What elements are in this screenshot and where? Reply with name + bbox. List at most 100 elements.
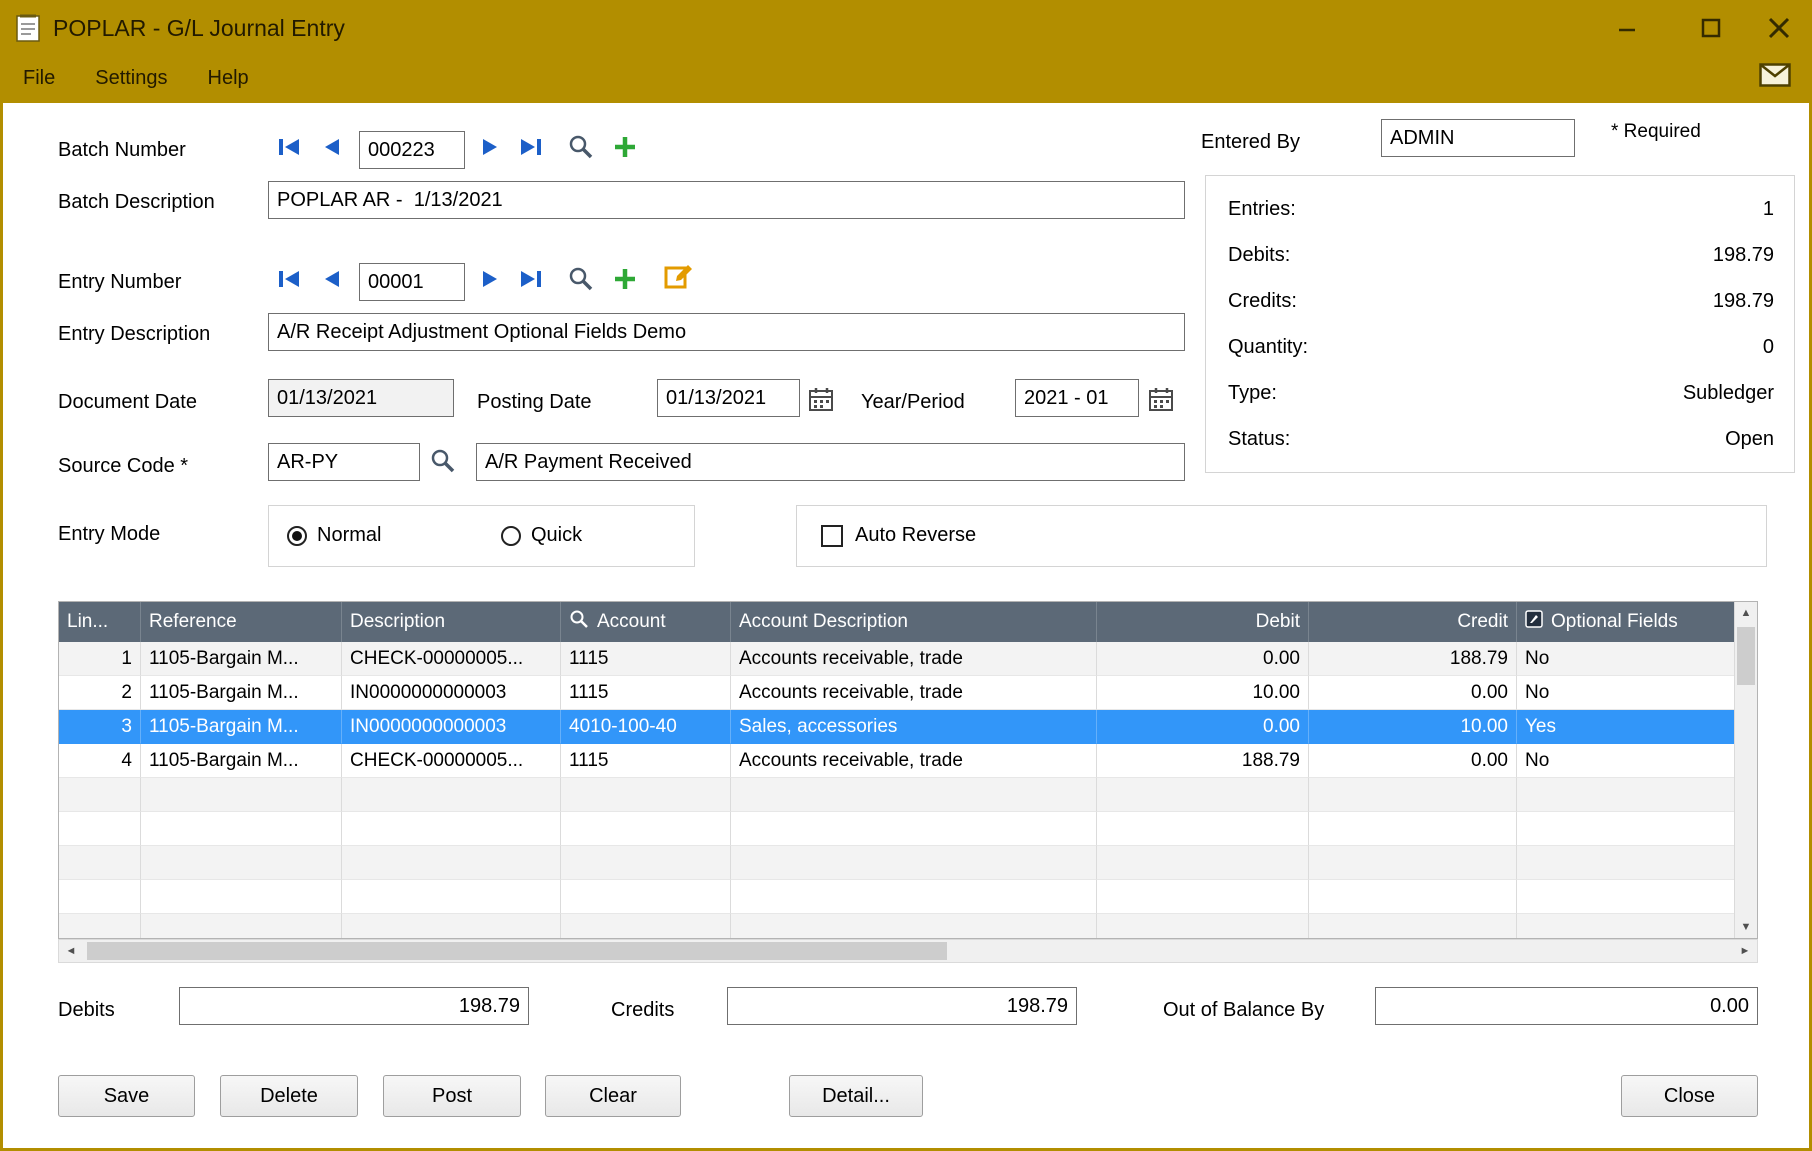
grid-cell-debit[interactable] xyxy=(1097,880,1309,914)
grid-cell-description[interactable]: IN0000000000003 xyxy=(342,710,561,744)
grid-cell-reference[interactable]: 1105-Bargain M... xyxy=(141,744,342,778)
grid-cell-line[interactable] xyxy=(59,846,141,880)
grid-empty-row[interactable] xyxy=(59,778,1735,812)
grid-cell-debit[interactable]: 0.00 xyxy=(1097,642,1309,676)
clear-button[interactable]: Clear xyxy=(545,1075,681,1117)
vertical-scrollbar[interactable]: ▲ ▼ xyxy=(1734,602,1757,938)
scroll-right-icon[interactable]: ► xyxy=(1733,940,1757,962)
maximize-button[interactable] xyxy=(1689,9,1733,47)
grid-cell-debit[interactable] xyxy=(1097,846,1309,880)
scroll-up-icon[interactable]: ▲ xyxy=(1735,602,1757,624)
grid-empty-row[interactable] xyxy=(59,812,1735,846)
grid-cell-description[interactable]: IN0000000000003 xyxy=(342,676,561,710)
batch-finder-icon[interactable] xyxy=(565,131,597,163)
grid-empty-row[interactable] xyxy=(59,914,1735,938)
grid-empty-row[interactable] xyxy=(59,880,1735,914)
entry-prev-button[interactable] xyxy=(315,263,347,295)
radio-normal[interactable] xyxy=(287,526,307,546)
grid-cell-account-description[interactable] xyxy=(731,778,1097,812)
entry-description-input[interactable] xyxy=(268,313,1185,351)
grid-cell-optional-fields[interactable]: No xyxy=(1517,676,1735,710)
grid-cell-account-description[interactable]: Accounts receivable, trade xyxy=(731,642,1097,676)
grid-cell-description[interactable] xyxy=(342,914,561,938)
grid-cell-account[interactable]: 4010-100-40 xyxy=(561,710,731,744)
source-code-input[interactable] xyxy=(268,443,420,481)
grid-cell-account[interactable] xyxy=(561,914,731,938)
col-header-account-description[interactable]: Account Description xyxy=(731,602,1097,642)
grid-cell-reference[interactable]: 1105-Bargain M... xyxy=(141,710,342,744)
entry-next-button[interactable] xyxy=(475,263,507,295)
grid-cell-credit[interactable] xyxy=(1309,812,1517,846)
batch-first-button[interactable] xyxy=(273,131,305,163)
grid-cell-debit[interactable]: 0.00 xyxy=(1097,710,1309,744)
grid-cell-line[interactable]: 4 xyxy=(59,744,141,778)
grid-row[interactable]: 3 1105-Bargain M... IN0000000000003 4010-10… xyxy=(59,710,1735,744)
grid-cell-reference[interactable] xyxy=(141,846,342,880)
grid-cell-account[interactable]: 1115 xyxy=(561,676,731,710)
grid-cell-optional-fields[interactable]: Yes xyxy=(1517,710,1735,744)
grid-cell-reference[interactable] xyxy=(141,914,342,938)
grid-cell-credit[interactable] xyxy=(1309,914,1517,938)
grid-row[interactable]: 1 1105-Bargain M... CHECK-00000005... 1115 A… xyxy=(59,642,1735,676)
col-header-description[interactable]: Description xyxy=(342,602,561,642)
entered-by-input[interactable] xyxy=(1381,119,1575,157)
scroll-left-icon[interactable]: ◄ xyxy=(59,940,83,962)
grid-cell-account-description[interactable]: Accounts receivable, trade xyxy=(731,744,1097,778)
grid-cell-description[interactable]: CHECK-00000005... xyxy=(342,744,561,778)
grid-cell-optional-fields[interactable] xyxy=(1517,812,1735,846)
grid-cell-line[interactable] xyxy=(59,778,141,812)
year-period-calendar-icon[interactable] xyxy=(1145,383,1177,415)
entry-last-button[interactable] xyxy=(515,263,547,295)
batch-last-button[interactable] xyxy=(515,131,547,163)
radio-quick-label[interactable]: Quick xyxy=(531,524,582,547)
batch-new-icon[interactable] xyxy=(609,131,641,163)
grid-row[interactable]: 2 1105-Bargain M... IN0000000000003 1115 Acc… xyxy=(59,676,1735,710)
grid-cell-optional-fields[interactable] xyxy=(1517,846,1735,880)
entry-new-icon[interactable] xyxy=(609,263,641,295)
grid-cell-reference[interactable] xyxy=(141,812,342,846)
horizontal-scrollbar[interactable]: ◄ ► xyxy=(58,939,1758,963)
grid-cell-debit[interactable] xyxy=(1097,812,1309,846)
grid-cell-reference[interactable]: 1105-Bargain M... xyxy=(141,676,342,710)
grid-cell-account-description[interactable] xyxy=(731,846,1097,880)
radio-quick[interactable] xyxy=(501,526,521,546)
posting-date-calendar-icon[interactable] xyxy=(805,383,837,415)
posting-date-input[interactable] xyxy=(657,379,800,417)
grid-cell-account[interactable]: 1115 xyxy=(561,744,731,778)
col-header-optional-fields[interactable]: Optional Fields xyxy=(1517,602,1735,642)
grid-cell-debit[interactable]: 188.79 xyxy=(1097,744,1309,778)
auto-reverse-label[interactable]: Auto Reverse xyxy=(855,524,976,547)
grid-cell-account-description[interactable] xyxy=(731,812,1097,846)
radio-normal-label[interactable]: Normal xyxy=(317,524,381,547)
grid-cell-optional-fields[interactable] xyxy=(1517,778,1735,812)
grid-cell-account[interactable] xyxy=(561,812,731,846)
grid-cell-credit[interactable] xyxy=(1309,778,1517,812)
entry-note-icon[interactable] xyxy=(663,261,695,293)
menu-help[interactable]: Help xyxy=(188,67,269,90)
batch-next-button[interactable] xyxy=(475,131,507,163)
grid-cell-reference[interactable]: 1105-Bargain M... xyxy=(141,642,342,676)
grid-cell-line[interactable]: 3 xyxy=(59,710,141,744)
grid-cell-credit[interactable] xyxy=(1309,846,1517,880)
col-header-account[interactable]: Account xyxy=(561,602,731,642)
grid-cell-line[interactable]: 2 xyxy=(59,676,141,710)
vertical-scroll-thumb[interactable] xyxy=(1737,627,1755,685)
grid-cell-optional-fields[interactable] xyxy=(1517,914,1735,938)
grid-cell-description[interactable] xyxy=(342,778,561,812)
menu-settings[interactable]: Settings xyxy=(75,67,187,90)
menu-file[interactable]: File xyxy=(3,67,75,90)
grid-cell-account-description[interactable]: Sales, accessories xyxy=(731,710,1097,744)
grid-row[interactable]: 4 1105-Bargain M... CHECK-00000005... 1115 A… xyxy=(59,744,1735,778)
grid-cell-description[interactable]: CHECK-00000005... xyxy=(342,642,561,676)
col-header-line[interactable]: Lin... xyxy=(59,602,141,642)
detail-button[interactable]: Detail... xyxy=(789,1075,923,1117)
grid-cell-credit[interactable] xyxy=(1309,880,1517,914)
col-header-credit[interactable]: Credit xyxy=(1309,602,1517,642)
scroll-down-icon[interactable]: ▼ xyxy=(1735,916,1757,938)
grid-cell-description[interactable] xyxy=(342,846,561,880)
grid-cell-reference[interactable] xyxy=(141,778,342,812)
grid-cell-description[interactable] xyxy=(342,880,561,914)
entry-first-button[interactable] xyxy=(273,263,305,295)
batch-number-input[interactable] xyxy=(359,131,465,169)
close-window-button[interactable]: Close xyxy=(1621,1075,1758,1117)
